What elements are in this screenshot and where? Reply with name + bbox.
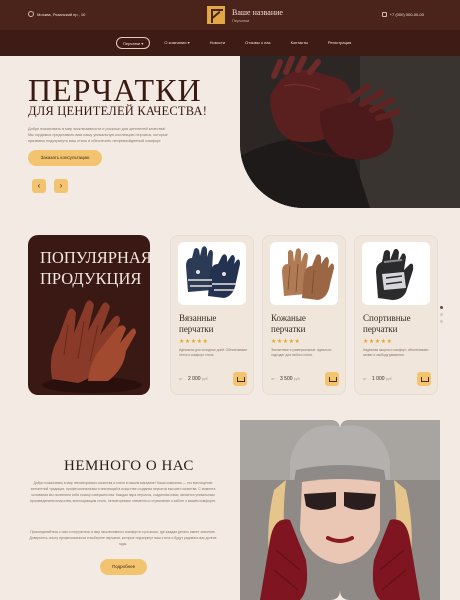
product-name-line1: Кожаные: [271, 313, 306, 323]
product-name-line2: перчатки: [363, 324, 398, 335]
cart-icon[interactable]: [325, 372, 339, 386]
carousel-dot[interactable]: [440, 313, 443, 316]
address-text: Москва, Рязанский пр., 10: [37, 11, 86, 17]
product-name[interactable]: Вязанные перчатки: [179, 313, 251, 336]
product-card-sport[interactable]: Спортивные перчатки ★★★★★ Надежная защит…: [354, 235, 438, 395]
nav-label: О компании: [164, 40, 187, 45]
about-paragraph-1: Добро пожаловать в мир неповторимого кач…: [29, 481, 217, 503]
arrow-right-icon[interactable]: ›: [54, 179, 68, 193]
carousel-dot[interactable]: [440, 320, 443, 323]
price-prefix: от: [179, 377, 183, 381]
phone-number[interactable]: +7 (000) 000-00-00: [390, 12, 424, 17]
more-button[interactable]: Подробнее: [100, 559, 147, 575]
main-nav: Перчатки ▾ О компании ▾ Новости Отзывы о…: [0, 30, 460, 56]
cart-icon[interactable]: [233, 372, 247, 386]
phone-block[interactable]: +7 (000) 000-00-00: [381, 12, 424, 17]
price-value: 3 500: [280, 376, 293, 382]
carousel-dots: [440, 306, 443, 327]
product-name[interactable]: Кожаные перчатки: [271, 313, 343, 336]
product-description: Надежная защита и комфорт, обеспечивают …: [363, 348, 429, 357]
nav-label: Перчатки: [123, 41, 141, 46]
product-name[interactable]: Спортивные перчатки: [363, 313, 435, 336]
nav-item-reviews[interactable]: Отзывы о нас: [239, 37, 277, 49]
product-name-line2: перчатки: [271, 324, 306, 335]
popular-title-line1: ПОПУЛЯРНАЯ: [40, 248, 150, 267]
arrow-left-icon[interactable]: ‹: [32, 179, 46, 193]
rating-stars: ★★★★★: [363, 339, 393, 345]
popular-title: ПОПУЛЯРНАЯ ПРОДУКЦИЯ: [40, 247, 150, 290]
nav-item-news[interactable]: Новости: [204, 37, 231, 49]
product-name-line2: перчатки: [179, 324, 214, 335]
about-title: НЕМНОГО О НАС: [64, 458, 194, 474]
popular-products-card: ПОПУЛЯРНАЯ ПРОДУКЦИЯ: [28, 235, 150, 395]
nav-item-register[interactable]: Регистрация: [322, 37, 357, 49]
hero-description: Добро пожаловать в мир эксклюзивности и …: [28, 127, 168, 144]
price-currency: руб: [293, 377, 300, 381]
product-name-line1: Вязанные: [179, 313, 217, 323]
product-card-leather[interactable]: Кожаные перчатки ★★★★★ Элегантные и унив…: [262, 235, 346, 395]
brown-gloves-image: [42, 300, 142, 393]
rating-stars: ★★★★★: [179, 339, 209, 345]
price-currency: руб: [385, 377, 392, 381]
map-pin-icon: [28, 11, 34, 17]
nav-item-contacts[interactable]: Контакты: [285, 37, 314, 49]
logo-icon[interactable]: [207, 6, 225, 24]
cart-icon[interactable]: [417, 372, 431, 386]
price-value: 1 000: [372, 376, 385, 382]
knitted-gloves-image: [178, 242, 246, 305]
nav-item-about[interactable]: О компании ▾: [158, 37, 195, 49]
sport-gloves-image: [362, 242, 430, 305]
product-description: Элегантные и универсальные, идеально под…: [271, 348, 332, 357]
price-value: 2 000: [188, 376, 201, 382]
product-name-line1: Спортивные: [363, 313, 411, 323]
price-prefix: от: [271, 377, 275, 381]
hero-gloves-image: [240, 56, 460, 208]
brand-tagline: Перчатки: [232, 18, 250, 23]
order-consultation-button[interactable]: Заказать консультацию: [28, 150, 102, 166]
hero-subtitle: ДЛЯ ЦЕНИТЕЛЕЙ КАЧЕСТВА!: [28, 104, 208, 118]
product-price: 1 000 руб: [372, 376, 392, 382]
price-currency: руб: [201, 377, 208, 381]
phone-icon: [381, 12, 387, 17]
product-card-knitted[interactable]: Вязанные перчатки ★★★★★ Идеальны для хол…: [170, 235, 254, 395]
product-price: 2 000 руб: [188, 376, 208, 382]
top-header: Москва, Рязанский пр., 10 Ваше название …: [0, 0, 460, 30]
product-description: Идеальны для холодных дней. Обеспечивают…: [179, 348, 248, 357]
nav-item-gloves[interactable]: Перчатки ▾: [116, 37, 151, 49]
about-woman-image: [240, 420, 440, 600]
about-paragraph-2: Присоединяйтесь к нам и погрузитесь в ми…: [29, 530, 217, 546]
product-price: 3 500 руб: [280, 376, 300, 382]
rating-stars: ★★★★★: [271, 339, 301, 345]
brand-name[interactable]: Ваше название: [232, 8, 283, 17]
carousel-dot[interactable]: [440, 306, 443, 309]
price-prefix: от: [363, 377, 367, 381]
leather-gloves-image: [270, 242, 338, 305]
address-block: Москва, Рязанский пр., 10: [28, 11, 85, 17]
